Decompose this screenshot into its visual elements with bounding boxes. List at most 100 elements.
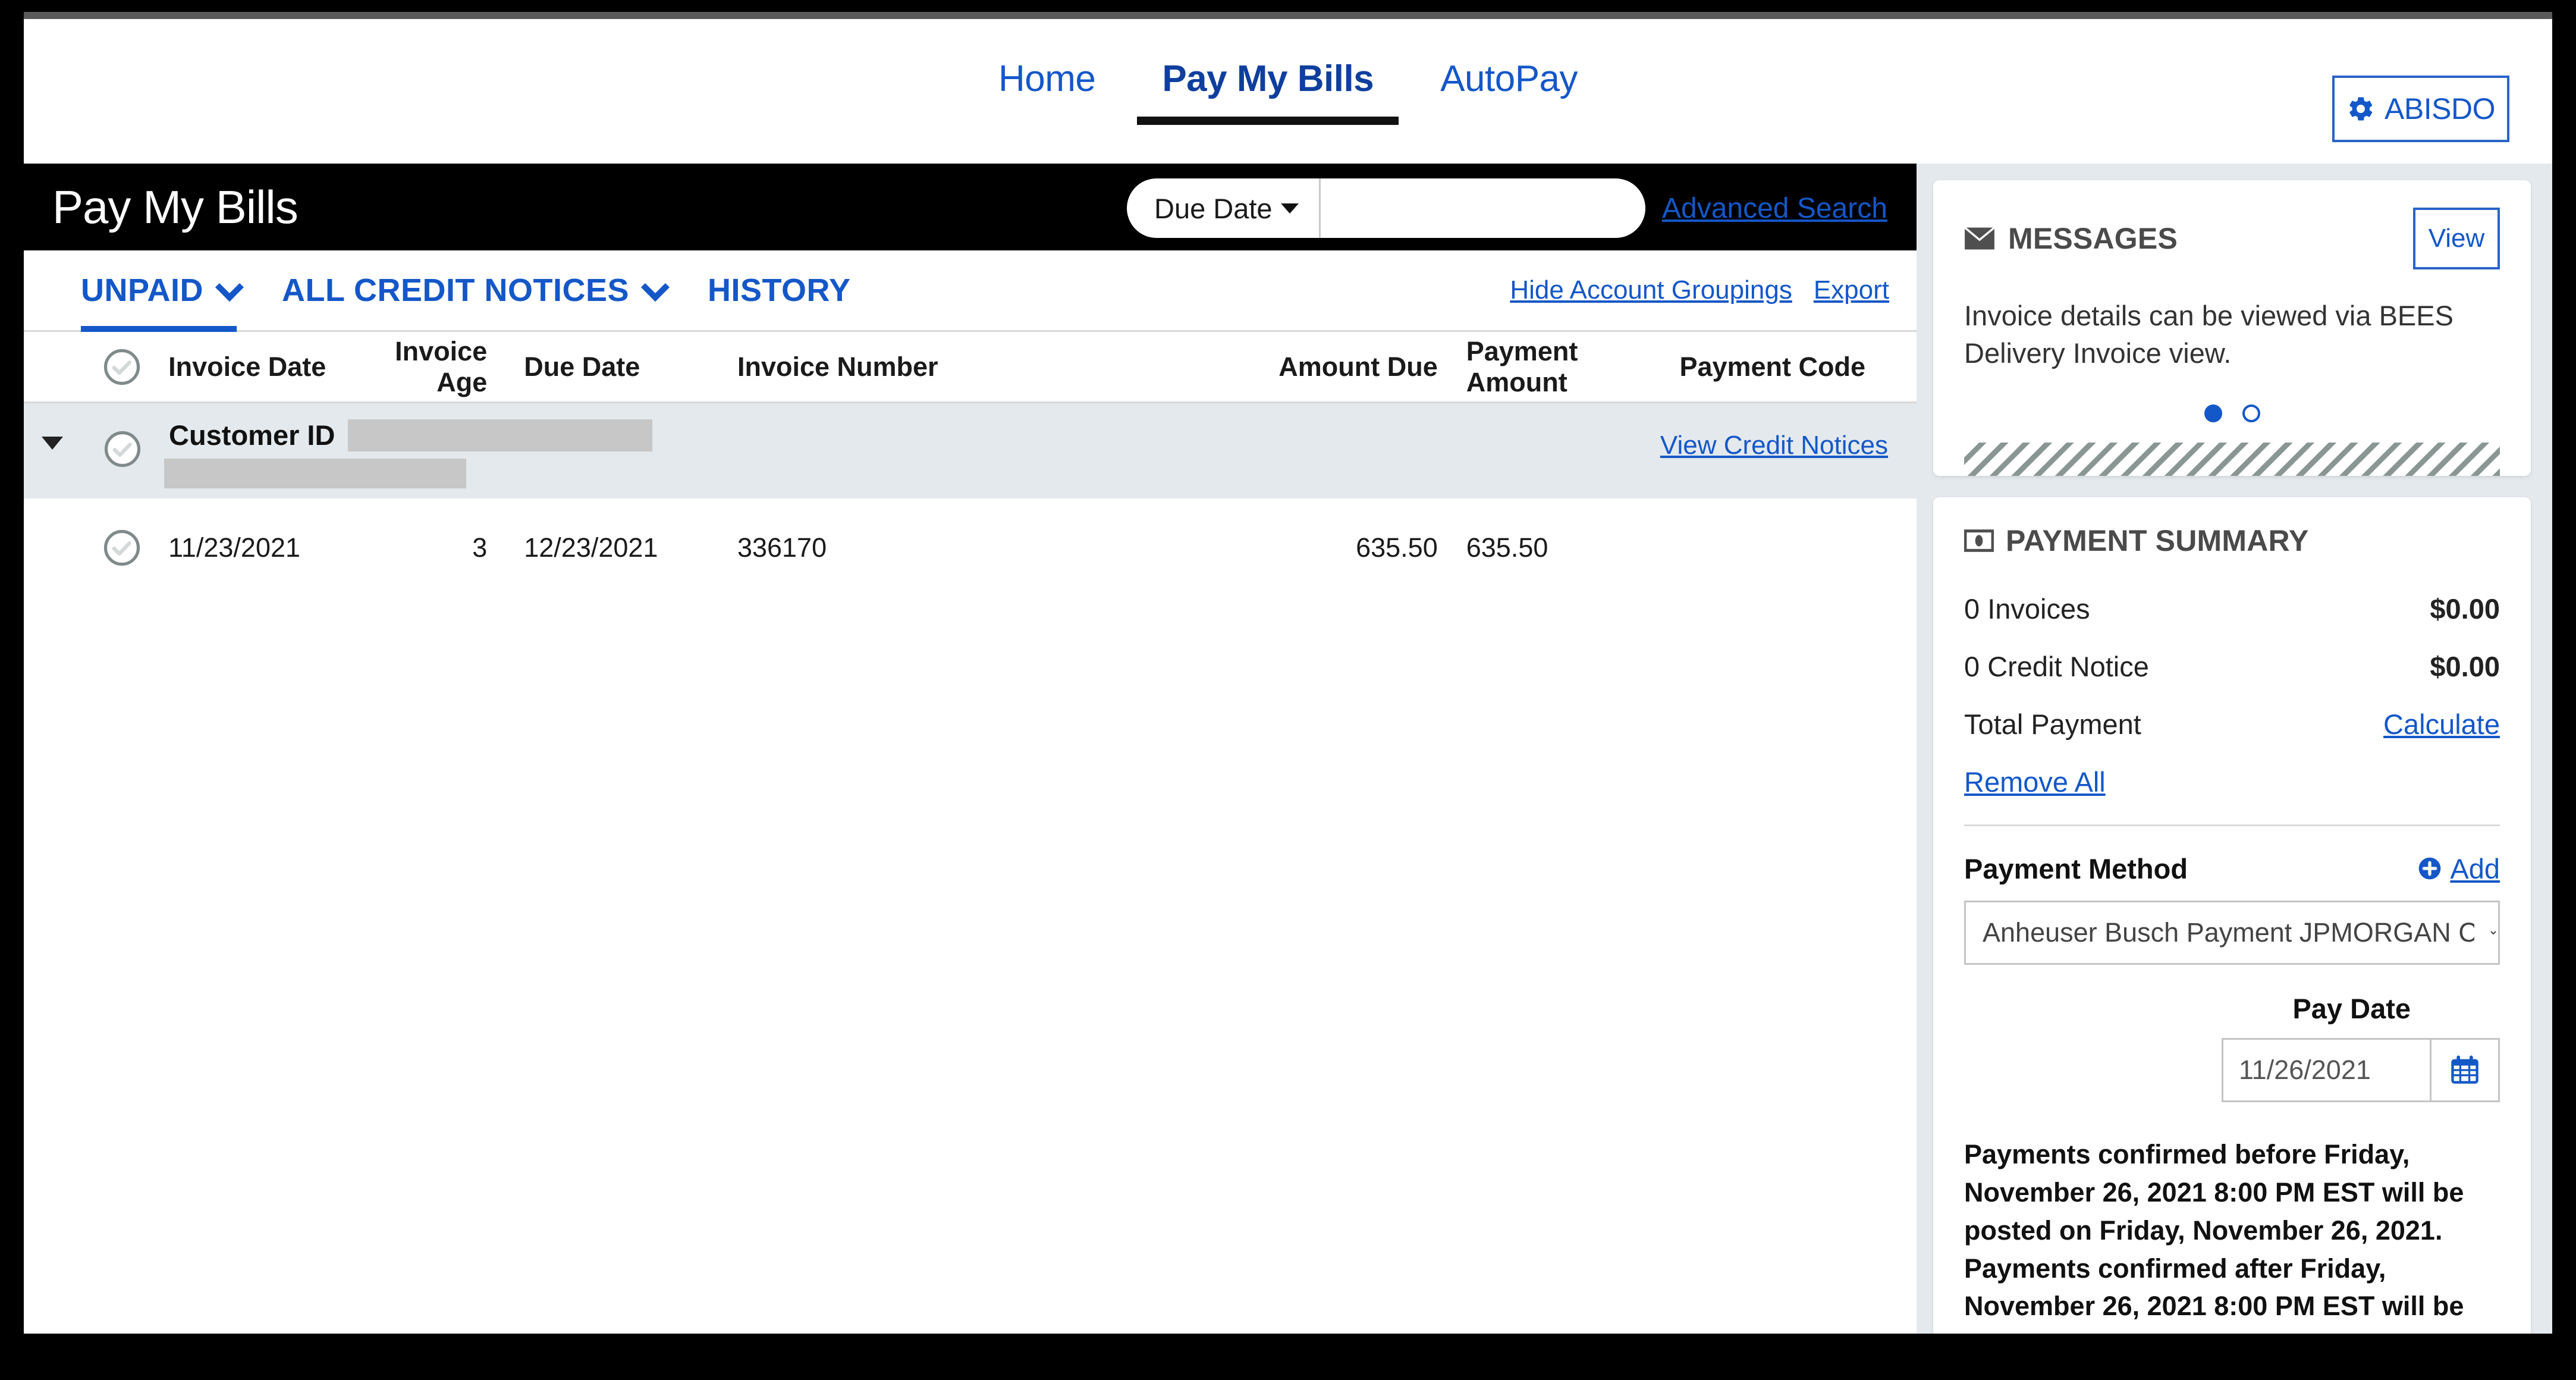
remove-all-link[interactable]: Remove All xyxy=(1964,766,2106,798)
tab-unpaid-label: UNPAID xyxy=(81,272,204,308)
hatched-divider xyxy=(1964,442,2500,476)
row-select-checkbox[interactable] xyxy=(81,528,164,567)
chevron-down-icon xyxy=(1280,203,1299,214)
column-header-invoice-age[interactable]: Invoice Age xyxy=(346,336,524,398)
summary-row-total-payment: Total Payment Calculate xyxy=(1964,708,2500,741)
tab-history-label: HISTORY xyxy=(708,272,851,308)
carousel-dot-1[interactable] xyxy=(2204,404,2222,422)
money-bill-icon xyxy=(1964,529,1994,552)
group-label-text: Customer ID xyxy=(169,419,335,451)
chevron-down-icon xyxy=(640,273,670,302)
main-content: Pay My Bills Due Date Advanced Search UN… xyxy=(24,164,1917,1334)
search-filter-label: Due Date xyxy=(1154,192,1273,224)
expand-column-header xyxy=(24,358,81,376)
group-select-checkbox[interactable] xyxy=(81,419,164,469)
nav-item-pay-my-bills[interactable]: Pay My Bills xyxy=(1129,58,1407,125)
column-header-due-date[interactable]: Due Date xyxy=(524,352,737,382)
pay-date-label: Pay Date xyxy=(2292,992,2411,1024)
nav-item-autopay[interactable]: AutoPay xyxy=(1407,58,1611,125)
column-header-invoice-date[interactable]: Invoice Date xyxy=(164,352,346,382)
payment-summary-title: PAYMENT SUMMARY xyxy=(2006,523,2309,557)
check-circle-icon xyxy=(104,431,141,468)
summary-row-credit-notice: 0 Credit Notice $0.00 xyxy=(1964,650,2500,683)
messages-body-text: Invoice details can be viewed via BEES D… xyxy=(1964,300,2454,369)
hide-account-groupings-link[interactable]: Hide Account Groupings xyxy=(1510,275,1792,305)
payment-method-header: Payment Method Add xyxy=(1964,852,2500,885)
messages-title-group: MESSAGES xyxy=(1964,221,2178,256)
account-group-row: Customer ID View Credit Notices xyxy=(24,403,1917,498)
column-header-invoice-number[interactable]: Invoice Number xyxy=(737,352,1176,382)
messages-title: MESSAGES xyxy=(2008,222,2178,255)
nav-item-home-label: Home xyxy=(998,58,1096,99)
summary-label-total-payment: Total Payment xyxy=(1964,708,2141,740)
column-header-amount-due[interactable]: Amount Due xyxy=(1176,352,1466,382)
cell-amount-due: 635.50 xyxy=(1356,532,1438,563)
search-bar: Due Date xyxy=(1127,178,1645,238)
payment-method-select[interactable]: Anheuser Busch Payment JPMORGAN CH xyxy=(1964,900,2500,965)
search-area: Due Date Advanced Search xyxy=(1127,178,1887,238)
summary-label-invoices: 0 Invoices xyxy=(1964,592,2090,625)
account-menu-label: ABISDO xyxy=(2385,92,2495,126)
group-expand-toggle[interactable] xyxy=(24,419,81,450)
search-filter-dropdown[interactable]: Due Date xyxy=(1127,178,1321,238)
tab-all-credit-notices[interactable]: ALL CREDIT NOTICES xyxy=(282,250,670,330)
tab-history[interactable]: HISTORY xyxy=(708,250,851,330)
payment-summary-card: PAYMENT SUMMARY 0 Invoices $0.00 0 Credi… xyxy=(1933,497,2531,1334)
column-header-payment-code[interactable]: Payment Code xyxy=(1679,352,1917,382)
payment-summary-header: PAYMENT SUMMARY xyxy=(1964,523,2500,558)
redacted-customer-name xyxy=(164,459,466,488)
advanced-search-link[interactable]: Advanced Search xyxy=(1662,192,1887,225)
calculate-link[interactable]: Calculate xyxy=(2383,708,2500,741)
nav-item-autopay-label: AutoPay xyxy=(1440,58,1578,99)
table-row[interactable]: 11/23/2021 3 12/23/2021 336170 635.50 63… xyxy=(24,498,1917,597)
check-circle-icon xyxy=(104,529,140,566)
account-menu-button[interactable]: ABISDO xyxy=(2332,76,2509,142)
summary-row-invoices: 0 Invoices $0.00 xyxy=(1964,592,2500,625)
cell-due-date: 12/23/2021 xyxy=(524,532,658,563)
tab-unpaid[interactable]: UNPAID xyxy=(81,250,244,332)
summary-value-credit-notice: $0.00 xyxy=(2430,650,2500,682)
app-frame: Home Pay My Bills AutoPay ABISDO Pay My … xyxy=(24,12,2552,1334)
view-credit-notices-link[interactable]: View Credit Notices xyxy=(1660,431,1888,460)
chevron-down-icon xyxy=(215,273,244,302)
gear-icon xyxy=(2349,97,2373,121)
pay-date-block: Pay Date xyxy=(1964,992,2500,1102)
select-all-checkbox[interactable] xyxy=(81,347,164,387)
nav-item-home[interactable]: Home xyxy=(965,58,1129,125)
check-circle-icon xyxy=(104,349,140,385)
right-sidebar: MESSAGES View Invoice details can be vie… xyxy=(1917,164,2552,1334)
invoices-table: Invoice Date Invoice Age Due Date Invoic… xyxy=(24,332,1917,597)
summary-value-invoices: $0.00 xyxy=(2430,592,2500,625)
payment-method-label: Payment Method xyxy=(1964,852,2188,885)
envelope-icon xyxy=(1964,227,1995,250)
search-input[interactable] xyxy=(1320,178,1645,238)
pay-date-input[interactable] xyxy=(2222,1037,2430,1102)
messages-card: MESSAGES View Invoice details can be vie… xyxy=(1933,180,2531,476)
cell-invoice-date: 11/23/2021 xyxy=(168,532,301,563)
pay-date-calendar-button[interactable] xyxy=(2430,1037,2500,1102)
tab-actions: Hide Account Groupings Export xyxy=(1510,275,1889,305)
calendar-icon xyxy=(2451,1055,2478,1084)
page-title-bar: Pay My Bills Due Date Advanced Search xyxy=(24,164,1917,250)
group-label-block: Customer ID xyxy=(164,419,653,488)
content-tabs: UNPAID ALL CREDIT NOTICES HISTORY Hide A… xyxy=(24,250,1917,332)
summary-label-credit-notice: 0 Credit Notice xyxy=(1964,650,2149,682)
column-header-payment-amount[interactable]: Payment Amount xyxy=(1466,336,1680,398)
browser-top-strip xyxy=(24,12,2552,19)
tab-all-credit-notices-label: ALL CREDIT NOTICES xyxy=(282,272,630,308)
redacted-customer-id xyxy=(348,419,653,451)
primary-nav: Home Pay My Bills AutoPay xyxy=(965,58,1611,125)
messages-header: MESSAGES View xyxy=(1964,208,2500,269)
pay-date-control xyxy=(2222,1037,2500,1102)
plus-circle-icon xyxy=(2419,858,2441,880)
add-payment-method-button[interactable]: Add xyxy=(2418,852,2500,885)
carousel-dot-2[interactable] xyxy=(2242,404,2260,422)
page-body: Pay My Bills Due Date Advanced Search UN… xyxy=(24,164,2552,1334)
add-payment-method-label: Add xyxy=(2450,852,2500,885)
table-header-row: Invoice Date Invoice Age Due Date Invoic… xyxy=(24,332,1917,403)
export-link[interactable]: Export xyxy=(1814,275,1889,305)
row-spacer xyxy=(24,539,81,557)
cell-payment-amount: 635.50 xyxy=(1466,532,1548,563)
top-navigation-bar: Home Pay My Bills AutoPay ABISDO xyxy=(24,19,2552,164)
messages-view-button[interactable]: View xyxy=(2413,208,2500,269)
